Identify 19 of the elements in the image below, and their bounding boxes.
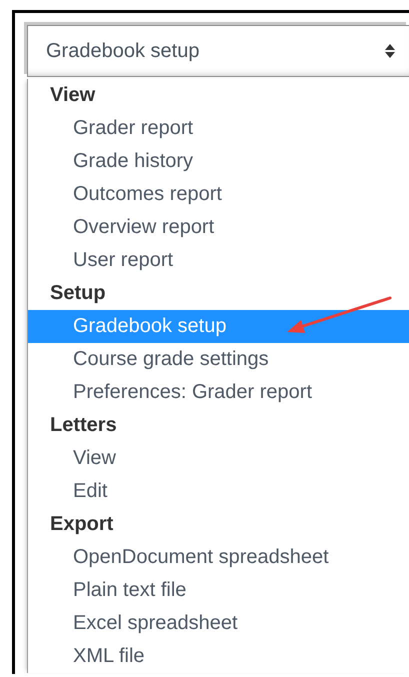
dropdown-option[interactable]: Course grade settings [28,343,409,376]
group-heading: Export [49,512,114,537]
dropdown-option[interactable]: Grade history [28,145,409,178]
dropdown-option[interactable]: Grader report [28,112,409,145]
select-dropdown[interactable]: Gradebook setup [27,25,409,77]
dropdown-option[interactable]: Edit [28,475,409,508]
dropdown-option[interactable]: User report [28,244,409,277]
dropdown-option[interactable]: OpenDocument spreadsheet [28,541,409,574]
group-heading: Setup [49,281,107,306]
dropdown-option[interactable]: XML file [28,640,409,673]
dropdown-option[interactable]: Outcomes report [28,178,409,211]
dropdown-option[interactable]: Plain text file [28,574,409,607]
dropdown-option[interactable]: Preferences: Grader report [28,376,409,409]
group-heading: Letters [49,413,118,438]
dropdown-option[interactable]: Excel spreadsheet [28,607,409,640]
dropdown-option[interactable]: Overview report [28,211,409,244]
up-down-caret-icon [385,44,395,58]
group-heading: View [49,83,96,108]
dropdown-option[interactable]: View [28,442,409,475]
